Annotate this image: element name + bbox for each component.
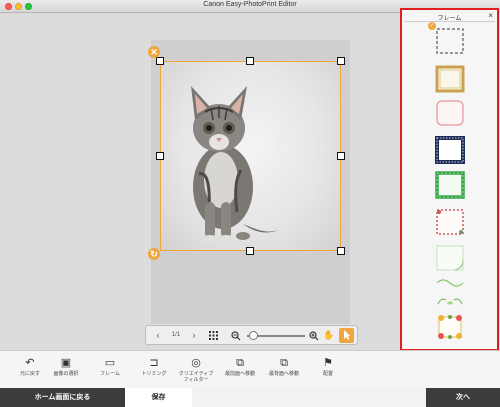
page-preview: ✕ ↻ <box>148 40 350 324</box>
resize-handle-right[interactable] <box>337 152 345 160</box>
rotate-icon[interactable]: ↻ <box>148 248 160 260</box>
page-indicator: 1/1 <box>171 332 181 338</box>
pointer-tool-icon[interactable] <box>339 328 354 343</box>
arrange-icon: ⚑ <box>323 357 333 369</box>
resize-handle-top[interactable] <box>246 57 254 65</box>
bottom-action-bar: ホーム画面に戻る 保存 次へ <box>0 388 500 407</box>
frame-panel: フレーム × ✓ <box>400 8 499 351</box>
frame-option-none[interactable] <box>435 27 465 55</box>
resize-handle-top-left[interactable] <box>156 57 164 65</box>
arrange-button[interactable]: ⚑ 配置 <box>302 355 354 387</box>
canvas-area: ✕ ↻ ‹ 1/1 › ✋ <box>0 14 400 350</box>
resize-handle-top-right[interactable] <box>337 57 345 65</box>
page-navigation-bar: ‹ 1/1 › ✋ <box>145 325 358 345</box>
zoom-in-icon[interactable] <box>308 329 320 342</box>
frame-option-navy[interactable] <box>435 136 465 164</box>
frame-option-gold[interactable] <box>435 65 465 93</box>
selection-frame[interactable] <box>160 61 341 251</box>
grid-icon[interactable] <box>207 329 219 342</box>
frame-option-floral[interactable] <box>435 208 465 236</box>
save-button[interactable]: 保存 <box>125 388 192 407</box>
frame-option-leaves[interactable] <box>435 294 465 308</box>
resize-handle-bottom[interactable] <box>246 247 254 255</box>
zoom-slider-thumb[interactable] <box>249 331 258 340</box>
bottom-toolbar: ↶ 元に戻す ▣ 画像の選択 ▭ フレーム ⊐ トリミング ◎ クリエイティブ … <box>0 350 500 388</box>
hand-tool-icon[interactable]: ✋ <box>322 329 336 342</box>
resize-handle-bottom-right[interactable] <box>337 247 345 255</box>
frame-option-pink[interactable] <box>435 99 465 127</box>
frame-option-green[interactable] <box>435 171 465 199</box>
prev-page-button[interactable]: ‹ <box>152 329 164 342</box>
resize-handle-left[interactable] <box>156 152 164 160</box>
panel-close-icon[interactable]: × <box>488 12 493 20</box>
delete-icon[interactable]: ✕ <box>148 46 160 58</box>
next-page-button[interactable]: › <box>188 329 200 342</box>
back-to-home-button[interactable]: ホーム画面に戻る <box>0 388 125 407</box>
zoom-out-icon[interactable] <box>230 329 242 342</box>
frame-option-vine[interactable] <box>435 276 465 290</box>
app-window: Canon Easy-PhotoPrint Editor ✕ ↻ ‹ 1/1 ›… <box>0 0 500 407</box>
frame-option-flowers[interactable] <box>435 313 465 341</box>
next-button[interactable]: 次へ <box>426 388 500 407</box>
frame-option-light-green[interactable] <box>435 244 465 272</box>
window-title: Canon Easy-PhotoPrint Editor <box>203 1 297 8</box>
